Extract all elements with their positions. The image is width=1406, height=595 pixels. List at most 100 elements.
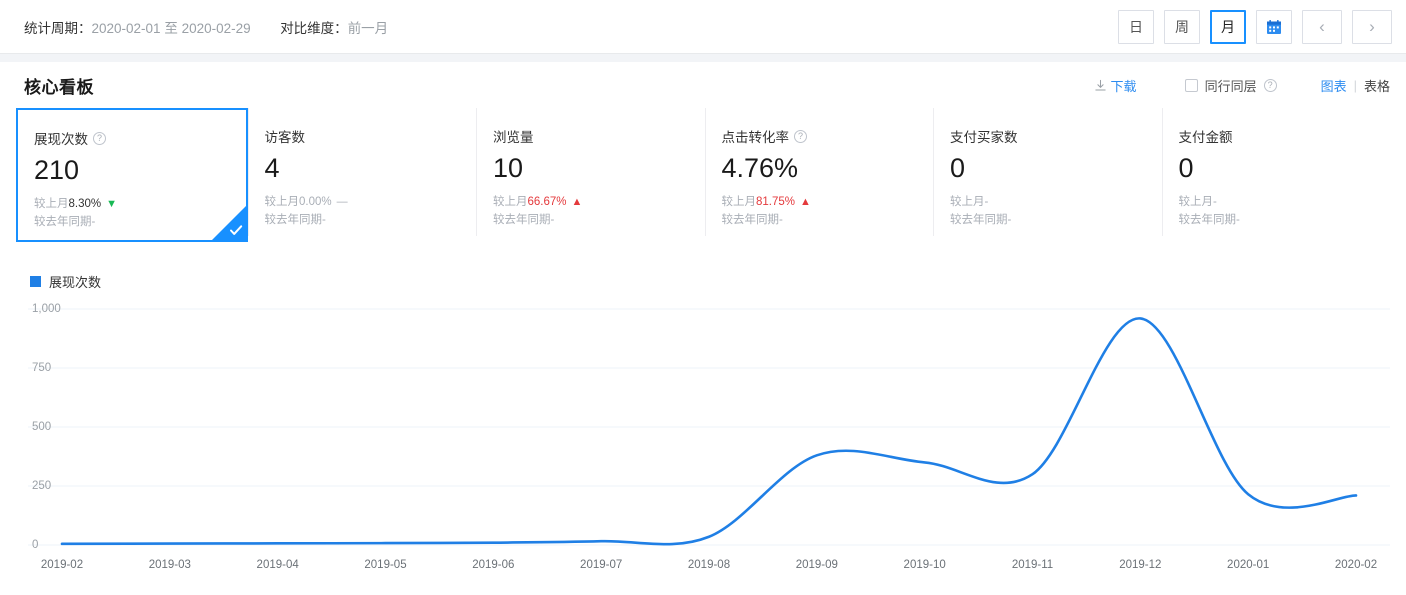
period-end: 2020-02-29 — [182, 21, 251, 36]
section-divider-strip — [0, 54, 1406, 62]
metric-label-text: 支付买家数 — [950, 126, 1018, 146]
chart-section: 展现次数 02505007501,000 2019-022019-032019-… — [0, 256, 1406, 581]
metric-value: 210 — [34, 156, 230, 184]
metric-mom-compare: 较上月66.67% ▲ — [493, 194, 689, 211]
metric-card-label: 支付买家数 — [950, 126, 1146, 146]
legend-color-swatch — [30, 276, 41, 287]
metric-yoy-compare: 较去年同期- — [34, 214, 230, 231]
y-axis-tick-label: 750 — [32, 362, 51, 374]
metric-label-text: 支付金额 — [1179, 126, 1233, 146]
y-axis-tick-label: 250 — [32, 480, 51, 492]
period-separator: 至 — [164, 21, 178, 36]
x-axis-tick-label: 2019-10 — [904, 559, 946, 571]
x-axis-tick-label: 2019-06 — [472, 559, 514, 571]
metric-card-label: 支付金额 — [1179, 126, 1375, 146]
metric-card-pageviews[interactable]: 浏览量 10 较上月66.67% ▲ 较去年同期- — [476, 108, 705, 236]
download-button[interactable]: 下载 — [1094, 76, 1137, 95]
x-axis-tick-label: 2019-04 — [257, 559, 299, 571]
legend-label: 展现次数 — [49, 272, 101, 291]
metric-yoy-compare: 较去年同期- — [722, 212, 918, 229]
metric-yoy-compare: 较去年同期- — [950, 212, 1146, 229]
metric-value: 0 — [950, 154, 1146, 182]
metric-value: 4.76% — [722, 154, 918, 182]
trend-down-icon: ▼ — [106, 199, 117, 210]
view-mode-switch: 图表 | 表格 — [1321, 76, 1390, 95]
x-axis-tick-label: 2019-11 — [1012, 559, 1053, 571]
metric-card-impressions[interactable]: 展现次数 ? 210 较上月8.30% ▼ 较去年同期- — [16, 108, 248, 242]
download-label: 下载 — [1111, 76, 1137, 95]
metric-mom-compare: 较上月- — [950, 194, 1146, 211]
metric-label-text: 浏览量 — [493, 126, 534, 146]
trend-flat-icon: — — [337, 197, 348, 208]
metric-card-label: 浏览量 — [493, 126, 689, 146]
range-controls: 日 周 月 ‹ — [1118, 10, 1392, 44]
period-label: 统计周期： — [24, 21, 92, 36]
mom-prefix: 较上月 — [493, 194, 528, 211]
section-tools: 下载 同行同层 ? 图表 | 表格 — [1094, 76, 1390, 95]
metric-cards: 展现次数 ? 210 较上月8.30% ▼ 较去年同期- 访客数 4 — [0, 108, 1406, 256]
y-axis-tick-label: 1,000 — [32, 303, 61, 315]
metric-mom-compare: 较上月81.75% ▲ — [722, 194, 918, 211]
x-axis-tick-label: 2020-01 — [1227, 559, 1269, 571]
download-icon — [1094, 79, 1107, 92]
x-axis-tick-label: 2019-09 — [796, 559, 838, 571]
trend-up-icon: ▲ — [572, 197, 583, 208]
y-axis-tick-label: 500 — [32, 421, 51, 433]
metric-card-visitors[interactable]: 访客数 4 较上月0.00% — 较去年同期- — [248, 108, 477, 236]
mom-value: 0.00% — [299, 194, 332, 211]
calendar-button[interactable] — [1256, 10, 1292, 44]
help-icon[interactable]: ? — [794, 130, 807, 143]
y-axis-tick-label: 0 — [32, 539, 38, 551]
metric-value: 4 — [265, 154, 461, 182]
period-start: 2020-02-01 — [92, 21, 161, 36]
peer-label: 同行同层 — [1205, 76, 1257, 95]
page-title: 核心看板 — [24, 73, 94, 98]
help-icon[interactable]: ? — [93, 132, 106, 145]
metric-card-label: 点击转化率 ? — [722, 126, 918, 146]
range-button-day[interactable]: 日 — [1118, 10, 1154, 44]
metric-label-text: 展现次数 — [34, 128, 88, 148]
mom-prefix: 较上月 — [265, 194, 300, 211]
metric-card-label: 展现次数 ? — [34, 128, 230, 148]
metric-mom-compare: 较上月0.00% — — [265, 194, 461, 211]
metric-yoy-compare: 较去年同期- — [493, 212, 689, 229]
peer-checkbox[interactable] — [1185, 79, 1198, 92]
prev-period-button[interactable]: ‹ — [1302, 10, 1342, 44]
view-mode-separator: | — [1354, 78, 1357, 93]
mom-prefix: 较上月 — [722, 194, 757, 211]
mom-value: 66.67% — [528, 194, 567, 211]
metric-mom-compare: 较上月- — [1179, 194, 1375, 211]
metric-yoy-compare: 较去年同期- — [265, 212, 461, 229]
x-axis-tick-label: 2019-12 — [1119, 559, 1161, 571]
top-toolbar: 统计周期：2020-02-01 至 2020-02-29 对比维度：前一月 日 … — [0, 0, 1406, 54]
mom-prefix: 较上月- — [950, 194, 988, 211]
help-icon[interactable]: ? — [1264, 79, 1277, 92]
metric-card-paid-buyers[interactable]: 支付买家数 0 较上月- 较去年同期- — [933, 108, 1162, 236]
next-period-button[interactable]: › — [1352, 10, 1392, 44]
x-axis-tick-label: 2019-08 — [688, 559, 730, 571]
selected-check-badge — [212, 206, 246, 240]
metric-label-text: 点击转化率 — [722, 126, 790, 146]
calendar-icon — [1266, 19, 1282, 35]
peer-comparison-toggle[interactable]: 同行同层 ? — [1185, 76, 1277, 95]
mom-value: 8.30% — [69, 196, 102, 213]
range-button-month[interactable]: 月 — [1210, 10, 1246, 44]
view-mode-chart[interactable]: 图表 — [1321, 76, 1347, 95]
x-axis-tick-label: 2019-05 — [364, 559, 406, 571]
metric-card-payment-amount[interactable]: 支付金额 0 较上月- 较去年同期- — [1162, 108, 1391, 236]
x-axis-tick-label: 2019-07 — [580, 559, 622, 571]
chart-plot-area: 0 250 500 750 1,000 — [16, 303, 1390, 551]
metric-label-text: 访客数 — [265, 126, 306, 146]
metric-yoy-compare: 较去年同期- — [1179, 212, 1375, 229]
view-mode-table[interactable]: 表格 — [1364, 76, 1390, 95]
x-axis-labels: 2019-02 2019-03 2019-04 2019-05 2019-06 2019-… — [16, 553, 1390, 581]
x-axis-tick-label: 2019-02 — [41, 559, 83, 571]
metric-mom-compare: 较上月8.30% ▼ — [34, 196, 230, 213]
analytics-dashboard-page: 统计周期：2020-02-01 至 2020-02-29 对比维度：前一月 日 … — [0, 0, 1406, 595]
metric-card-click-conversion-rate[interactable]: 点击转化率 ? 4.76% 较上月81.75% ▲ 较去年同期- — [705, 108, 934, 236]
mom-prefix: 较上月 — [34, 196, 69, 213]
range-button-week[interactable]: 周 — [1164, 10, 1200, 44]
chart-legend[interactable]: 展现次数 — [30, 272, 1390, 291]
metric-value: 0 — [1179, 154, 1375, 182]
x-axis-tick-label: 2019-03 — [149, 559, 191, 571]
